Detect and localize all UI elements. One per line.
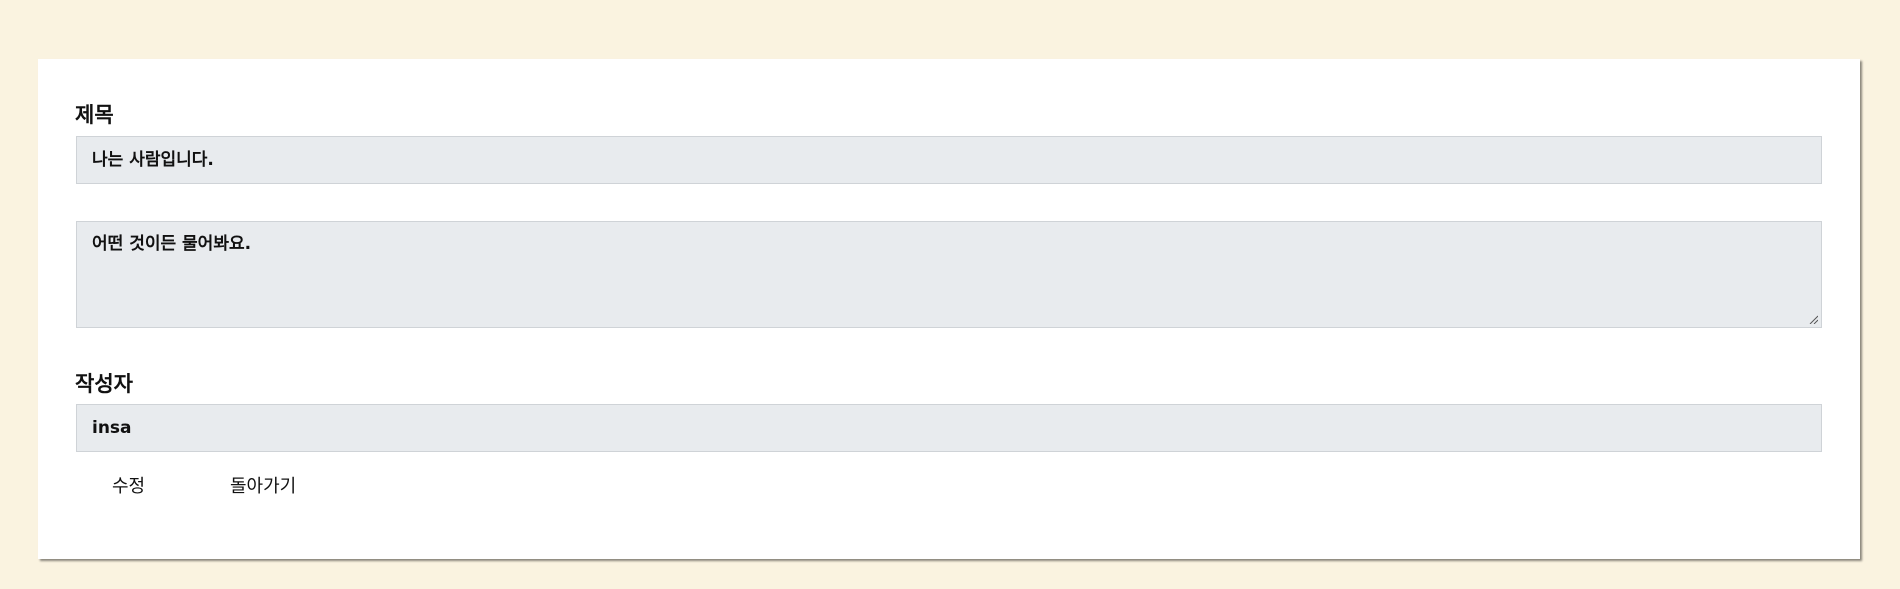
title-input[interactable]: 나는 사람입니다.: [76, 136, 1822, 184]
content-text: 어떤 것이든 물어봐요.: [92, 234, 252, 254]
edit-post-card: 제목 나는 사람입니다. 어떤 것이든 물어봐요. 작성자 insa 수정 돌아…: [38, 59, 1860, 559]
content-textarea[interactable]: 어떤 것이든 물어봐요.: [76, 221, 1822, 328]
author-input[interactable]: insa: [76, 404, 1822, 452]
title-label: 제목: [75, 103, 114, 127]
author-label: 작성자: [75, 372, 133, 396]
back-button[interactable]: 돌아가기: [230, 472, 296, 498]
edit-button[interactable]: 수정: [112, 472, 145, 498]
resize-handle-icon[interactable]: [1808, 314, 1818, 324]
